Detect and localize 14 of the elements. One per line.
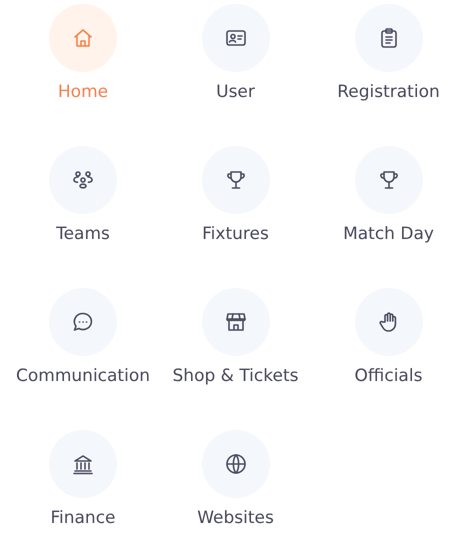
menu-label[interactable]: Officials [354,366,422,386]
menu-label[interactable]: Shop & Tickets [172,366,298,386]
menu-label[interactable]: Communication [16,366,150,386]
menu-label[interactable]: Teams [56,224,110,244]
bank-icon [71,452,95,476]
menu-label[interactable]: Match Day [343,224,434,244]
speech-bubble-icon [71,310,95,334]
globe-icon [224,452,248,476]
menu-label[interactable]: Registration [337,82,440,102]
menu-label[interactable]: Finance [50,508,116,528]
menu-label[interactable]: User [216,82,255,102]
menu-label[interactable]: Websites [197,508,274,528]
store-icon [224,310,248,334]
menu-label[interactable]: Fixtures [202,224,269,244]
